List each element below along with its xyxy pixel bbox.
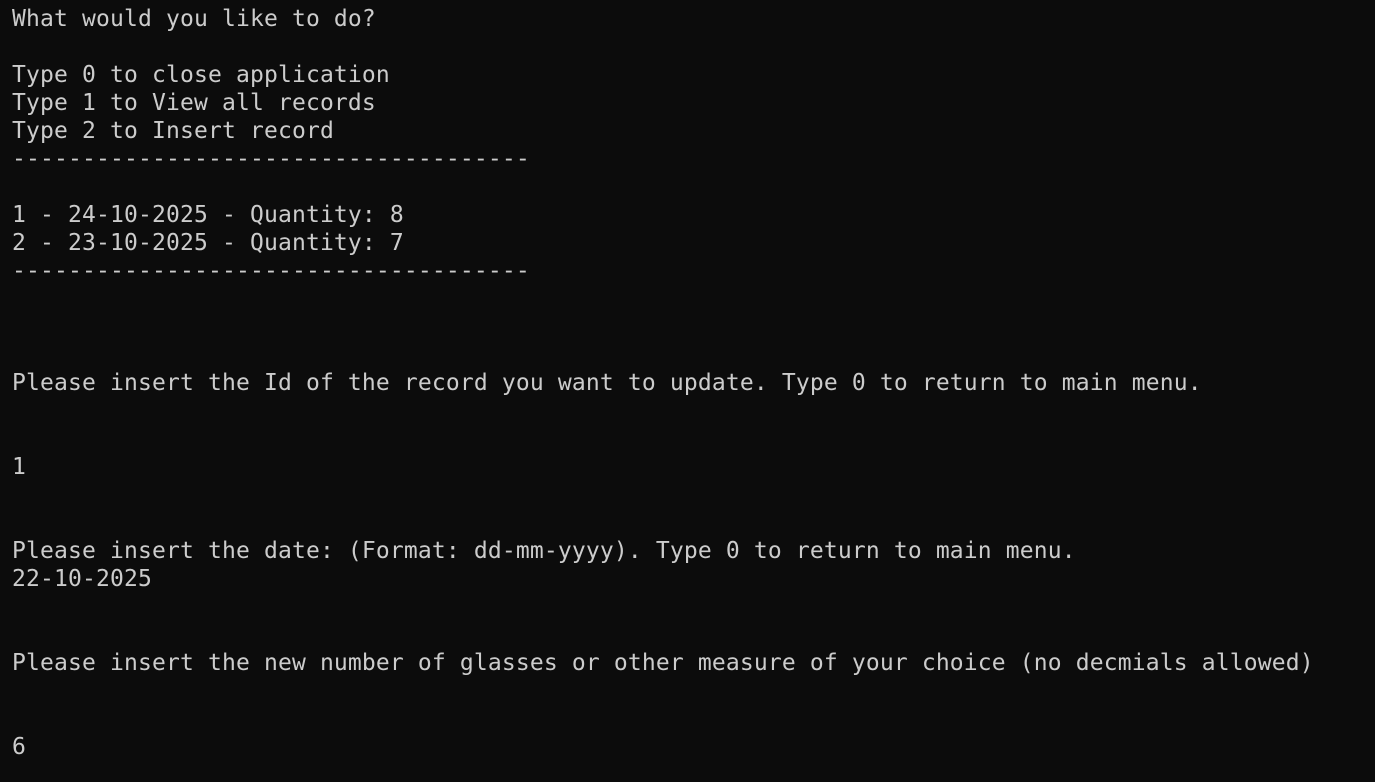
separator-bottom: ------------------------------------- (12, 258, 530, 284)
separator-top: ------------------------------------- (12, 146, 530, 172)
console-output[interactable]: What would you like to do? Type 0 to clo… (12, 5, 1314, 761)
date-prompt: Please insert the date: (Format: dd-mm-y… (12, 538, 1076, 564)
menu-option-view: Type 1 to View all records (12, 90, 376, 116)
record-row: 1 - 24-10-2025 - Quantity: 8 (12, 202, 404, 228)
menu-prompt: What would you like to do? (12, 6, 376, 32)
quantity-prompt: Please insert the new number of glasses … (12, 650, 1314, 676)
record-row: 2 - 23-10-2025 - Quantity: 7 (12, 230, 404, 256)
id-input[interactable]: 1 (12, 453, 1314, 481)
menu-option-insert: Type 2 to Insert record (12, 118, 334, 144)
date-input[interactable]: 22-10-2025 (12, 565, 1314, 593)
menu-option-close: Type 0 to close application (12, 62, 390, 88)
quantity-input[interactable]: 6 (12, 733, 1314, 761)
update-id-prompt: Please insert the Id of the record you w… (12, 370, 1202, 396)
